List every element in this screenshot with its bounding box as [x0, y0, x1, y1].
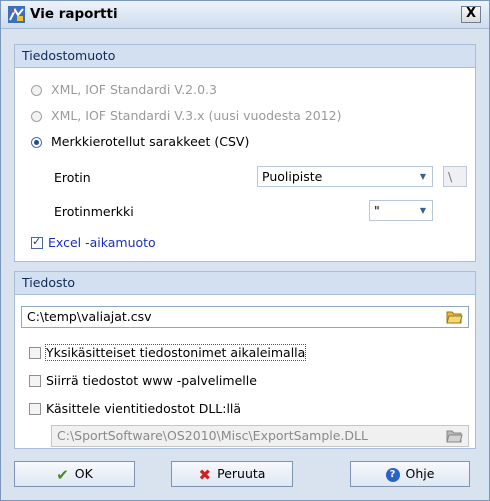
cancel-x-icon: ✖	[198, 465, 212, 484]
chevron-down-icon: ▼	[419, 206, 426, 215]
help-button[interactable]: ? Ohje	[350, 461, 470, 487]
folder-open-icon[interactable]	[446, 310, 463, 324]
separator-select[interactable]: Puolipiste ▼	[257, 166, 433, 187]
dll-process-label: Käsittele vientitiedostot DLL:llä	[46, 401, 242, 416]
checkmark-icon: ✔	[56, 465, 69, 484]
quote-label: Erotinmerkki	[54, 204, 134, 219]
chevron-down-icon: ▼	[419, 172, 426, 181]
move-to-www-checkbox[interactable]	[29, 375, 41, 387]
title-bar: Vie raportti X	[1, 1, 489, 29]
ok-label: OK	[74, 466, 93, 481]
quote-value: "	[374, 203, 380, 218]
dll-path-input[interactable]: C:\SportSoftware\OS2010\Misc\ExportSampl…	[51, 425, 469, 447]
format-group-header: Tiedostomuoto	[15, 45, 475, 68]
close-button[interactable]: X	[461, 6, 481, 23]
unique-names-label: Yksikäsitteiset tiedostonimet aikaleimal…	[44, 344, 307, 361]
file-group-header: Tiedosto	[15, 272, 475, 295]
file-group: Tiedosto C:\temp\valiajat.csv Yksikäsitt…	[14, 271, 476, 449]
csv-label: Merkkierotellut sarakkeet (CSV)	[51, 134, 250, 149]
file-path-value: C:\temp\valiajat.csv	[27, 309, 152, 324]
dll-process-checkbox[interactable]	[29, 403, 41, 415]
move-to-www-label: Siirrä tiedostot www -palvelimelle	[46, 373, 257, 388]
separator-value: Puolipiste	[262, 169, 323, 184]
cancel-button[interactable]: ✖ Peruuta	[171, 461, 293, 487]
csv-radio[interactable]	[31, 137, 42, 148]
cancel-label: Peruuta	[217, 466, 266, 481]
xml-v2-label: XML, IOF Standardi V.2.0.3	[51, 82, 217, 97]
format-group: Tiedostomuoto XML, IOF Standardi V.2.0.3…	[14, 44, 476, 262]
custom-separator-value: \	[448, 169, 453, 184]
quote-select[interactable]: " ▼	[369, 200, 433, 221]
xml-v3-label: XML, IOF Standardi V.3.x (uusi vuodesta …	[51, 108, 342, 123]
window-title: Vie raportti	[30, 6, 118, 22]
dll-path-value: C:\SportSoftware\OS2010\Misc\ExportSampl…	[57, 428, 368, 443]
xml-v3-radio[interactable]	[31, 111, 42, 122]
custom-separator-input[interactable]: \	[443, 166, 467, 187]
excel-time-label: Excel -aikamuoto	[48, 235, 156, 250]
help-icon: ?	[385, 467, 400, 482]
excel-time-checkbox[interactable]	[31, 235, 43, 249]
unique-names-checkbox[interactable]	[29, 347, 41, 359]
folder-open-icon[interactable]	[446, 429, 463, 443]
export-report-dialog: Vie raportti X Tiedostomuoto XML, IOF St…	[0, 0, 490, 501]
help-label: Ohje	[405, 466, 435, 481]
file-path-input[interactable]: C:\temp\valiajat.csv	[21, 306, 469, 328]
xml-v2-radio[interactable]	[31, 85, 42, 96]
separator-label: Erotin	[54, 170, 91, 185]
ok-button[interactable]: ✔ OK	[14, 461, 135, 487]
app-icon	[8, 6, 25, 23]
